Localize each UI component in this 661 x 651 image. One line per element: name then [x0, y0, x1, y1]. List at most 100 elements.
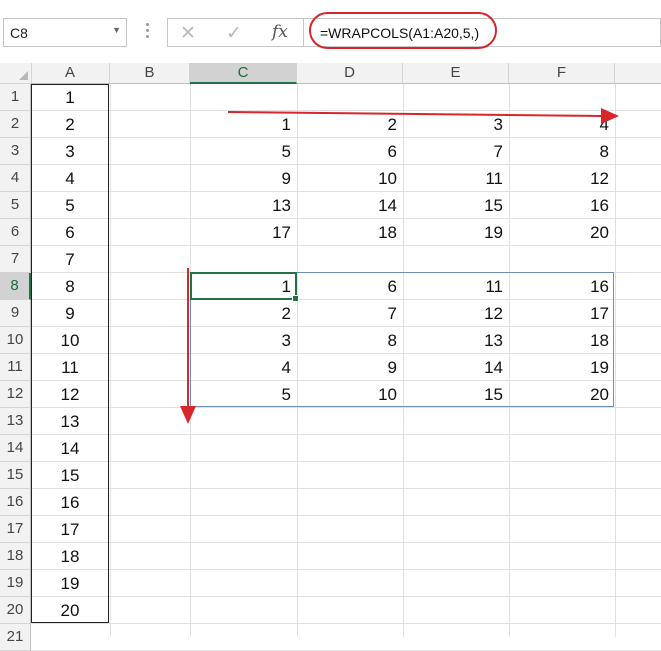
name-box[interactable]: C8 ▼ [3, 18, 127, 47]
name-box-value: C8 [10, 25, 28, 41]
cell-f10[interactable]: 18 [509, 327, 609, 353]
cell-a1[interactable]: 1 [31, 84, 109, 110]
column-header-g-partial[interactable] [615, 63, 661, 84]
cell-c4[interactable]: 9 [190, 165, 291, 191]
column-header-d[interactable]: D [297, 63, 403, 84]
row-header-16[interactable]: 16 [0, 489, 31, 516]
cancel-icon[interactable]: ✕ [180, 22, 196, 45]
row-header-3[interactable]: 3 [0, 138, 31, 165]
cell-a15[interactable]: 15 [31, 462, 109, 488]
cell-d10[interactable]: 8 [297, 327, 397, 353]
cell-c9[interactable]: 2 [190, 300, 291, 326]
formula-input[interactable]: =WRAPCOLS(A1:A20,5,) [303, 18, 661, 47]
cell-c12[interactable]: 5 [190, 381, 291, 407]
cell-e8[interactable]: 11 [403, 273, 503, 299]
gridline-horizontal [31, 488, 661, 489]
cell-a14[interactable]: 14 [31, 435, 109, 461]
column-header-a[interactable]: A [31, 63, 110, 84]
cell-e12[interactable]: 15 [403, 381, 503, 407]
cell-f3[interactable]: 8 [509, 138, 609, 164]
row-header-10[interactable]: 10 [0, 327, 31, 354]
gridline-horizontal [31, 515, 661, 516]
cell-d6[interactable]: 18 [297, 219, 397, 245]
cell-d8[interactable]: 6 [297, 273, 397, 299]
row-header-15[interactable]: 15 [0, 462, 31, 489]
row-header-12[interactable]: 12 [0, 381, 31, 408]
column-header-e[interactable]: E [403, 63, 509, 84]
row-header-13[interactable]: 13 [0, 408, 31, 435]
dropdown-caret-icon[interactable]: ▼ [112, 25, 121, 35]
row-header-21[interactable]: 21 [0, 624, 31, 651]
row-header-4[interactable]: 4 [0, 165, 31, 192]
row-header-6[interactable]: 6 [0, 219, 31, 246]
cell-f8[interactable]: 16 [509, 273, 609, 299]
cell-c2[interactable]: 1 [190, 111, 291, 137]
cell-f4[interactable]: 12 [509, 165, 609, 191]
cell-a6[interactable]: 6 [31, 219, 109, 245]
cell-a7[interactable]: 7 [31, 246, 109, 272]
formula-text: =WRAPCOLS(A1:A20,5,) [320, 25, 480, 41]
cell-a5[interactable]: 5 [31, 192, 109, 218]
formula-bar-grip-icon[interactable] [146, 23, 150, 41]
cell-e4[interactable]: 11 [403, 165, 503, 191]
row-header-19[interactable]: 19 [0, 570, 31, 597]
row-header-14[interactable]: 14 [0, 435, 31, 462]
cell-e5[interactable]: 15 [403, 192, 503, 218]
cell-a16[interactable]: 16 [31, 489, 109, 515]
cell-f2[interactable]: 4 [509, 111, 609, 137]
cell-f9[interactable]: 17 [509, 300, 609, 326]
column-header-c[interactable]: C [190, 63, 297, 84]
cell-f11[interactable]: 19 [509, 354, 609, 380]
cell-a20[interactable]: 20 [31, 597, 109, 623]
row-header-11[interactable]: 11 [0, 354, 31, 381]
fx-icon[interactable]: fx [272, 22, 288, 42]
cell-a8[interactable]: 8 [31, 273, 109, 299]
cell-c5[interactable]: 13 [190, 192, 291, 218]
cell-c6[interactable]: 17 [190, 219, 291, 245]
row-header-1[interactable]: 1 [0, 84, 31, 111]
cell-e9[interactable]: 12 [403, 300, 503, 326]
cell-d2[interactable]: 2 [297, 111, 397, 137]
cell-d12[interactable]: 10 [297, 381, 397, 407]
row-header-2[interactable]: 2 [0, 111, 31, 138]
cell-d3[interactable]: 6 [297, 138, 397, 164]
cell-a9[interactable]: 9 [31, 300, 109, 326]
cell-c10[interactable]: 3 [190, 327, 291, 353]
cell-c11[interactable]: 4 [190, 354, 291, 380]
enter-icon[interactable]: ✓ [226, 22, 242, 45]
column-header-f[interactable]: F [509, 63, 615, 84]
row-header-18[interactable]: 18 [0, 543, 31, 570]
cell-a13[interactable]: 13 [31, 408, 109, 434]
cell-e11[interactable]: 14 [403, 354, 503, 380]
cell-d11[interactable]: 9 [297, 354, 397, 380]
row-header-17[interactable]: 17 [0, 516, 31, 543]
cell-a17[interactable]: 17 [31, 516, 109, 542]
cell-f6[interactable]: 20 [509, 219, 609, 245]
cell-c3[interactable]: 5 [190, 138, 291, 164]
cell-e6[interactable]: 19 [403, 219, 503, 245]
cell-a18[interactable]: 18 [31, 543, 109, 569]
cell-d4[interactable]: 10 [297, 165, 397, 191]
cell-d5[interactable]: 14 [297, 192, 397, 218]
row-header-9[interactable]: 9 [0, 300, 31, 327]
cell-d9[interactable]: 7 [297, 300, 397, 326]
cell-a3[interactable]: 3 [31, 138, 109, 164]
row-header-8[interactable]: 8 [0, 273, 31, 300]
cell-a2[interactable]: 2 [31, 111, 109, 137]
cell-a19[interactable]: 19 [31, 570, 109, 596]
row-header-7[interactable]: 7 [0, 246, 31, 273]
cell-f12[interactable]: 20 [509, 381, 609, 407]
cell-a11[interactable]: 11 [31, 354, 109, 380]
column-header-b[interactable]: B [110, 63, 190, 84]
cell-a4[interactable]: 4 [31, 165, 109, 191]
cell-a10[interactable]: 10 [31, 327, 109, 353]
cell-e10[interactable]: 13 [403, 327, 503, 353]
cell-c8[interactable]: 1 [190, 273, 291, 299]
cell-f5[interactable]: 16 [509, 192, 609, 218]
cell-e2[interactable]: 3 [403, 111, 503, 137]
cell-a12[interactable]: 12 [31, 381, 109, 407]
row-header-20[interactable]: 20 [0, 597, 31, 624]
row-header-5[interactable]: 5 [0, 192, 31, 219]
cell-e3[interactable]: 7 [403, 138, 503, 164]
select-all-corner[interactable] [0, 63, 32, 84]
